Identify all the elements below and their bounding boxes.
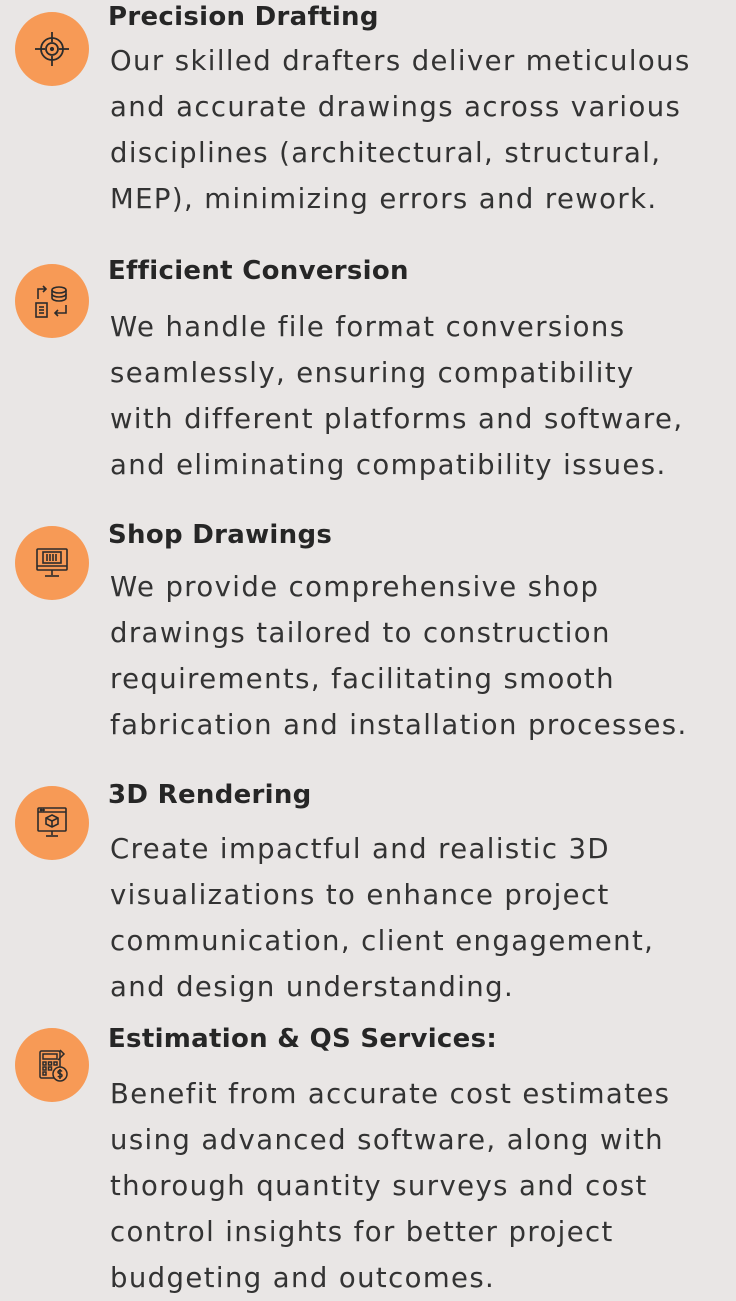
service-title: Efficient Conversion <box>108 256 409 286</box>
monitor-blueprint-icon <box>36 548 68 577</box>
calculator-dollar-icon <box>39 1049 68 1082</box>
icon-circle <box>15 12 89 86</box>
icon-circle <box>15 526 89 600</box>
icon-circle <box>15 264 89 338</box>
monitor-3d-cube-icon <box>37 807 67 837</box>
service-description: Our skilled drafters deliver meticulous … <box>110 45 691 215</box>
crosshair-icon <box>35 32 69 66</box>
icon-circle <box>15 786 89 860</box>
service-title: Shop Drawings <box>108 520 333 550</box>
service-description: Create impactful and realistic 3D visual… <box>110 833 655 1003</box>
service-description: We handle file format conversions seamle… <box>110 311 684 481</box>
service-description: Benefit from accurate cost estimates usi… <box>110 1078 671 1294</box>
service-description: We provide comprehensive shop drawings t… <box>110 571 688 741</box>
file-conversion-icon <box>35 285 67 318</box>
service-title: Estimation & QS Services: <box>108 1024 498 1054</box>
icon-circle <box>15 1028 89 1102</box>
service-title: 3D Rendering <box>108 780 312 810</box>
service-title: Precision Drafting <box>108 2 379 32</box>
